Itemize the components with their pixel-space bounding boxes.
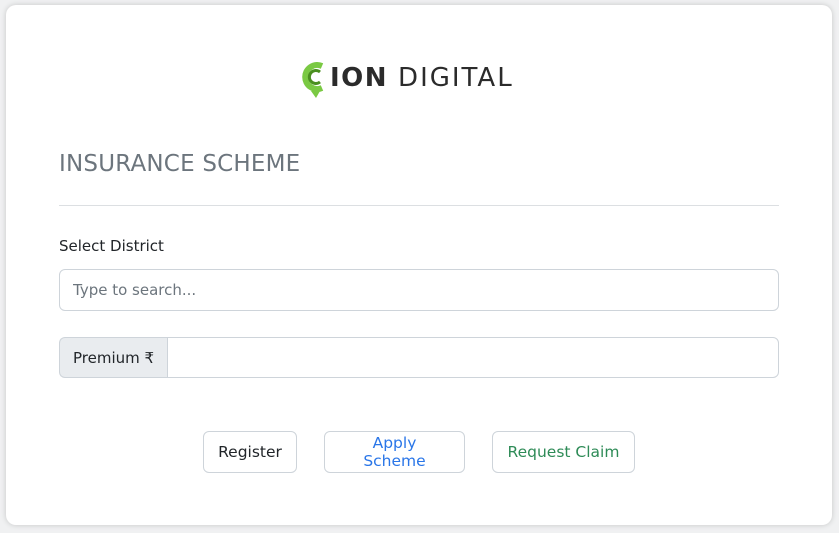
- cion-digital-logo: ION DIGITAL: [300, 56, 514, 100]
- title-divider: [59, 205, 779, 206]
- apply-scheme-button[interactable]: Apply Scheme: [324, 431, 465, 473]
- premium-addon-label: Premium ₹: [59, 337, 168, 378]
- logo-digital-text: DIGITAL: [398, 63, 514, 93]
- register-button[interactable]: Register: [203, 431, 297, 473]
- district-search-input[interactable]: [59, 269, 779, 311]
- district-label: Select District: [59, 237, 164, 255]
- logo-ion-text: ION: [330, 63, 389, 93]
- premium-input-group: Premium ₹: [59, 337, 779, 378]
- premium-input[interactable]: [167, 337, 779, 378]
- insurance-card: ION DIGITAL INSURANCE SCHEME Select Dist…: [6, 5, 832, 525]
- page-title: INSURANCE SCHEME: [59, 151, 301, 177]
- request-claim-button[interactable]: Request Claim: [492, 431, 635, 473]
- cion-c-icon: [302, 62, 324, 98]
